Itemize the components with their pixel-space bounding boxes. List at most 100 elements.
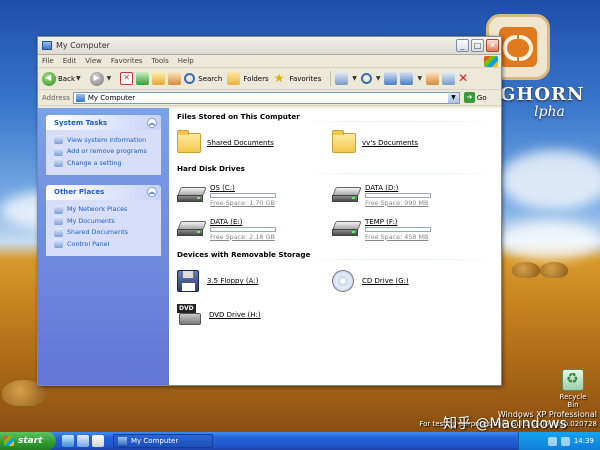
search-button[interactable]: Search xyxy=(184,73,222,84)
refresh-icon[interactable] xyxy=(136,72,150,85)
removable-item[interactable]: CD Drive (G:) xyxy=(332,267,487,295)
go-arrow-icon: ➜ xyxy=(463,92,475,103)
collapse-icon[interactable]: ︽ xyxy=(147,187,157,197)
window-icon[interactable] xyxy=(384,72,398,85)
dropdown-arrow-icon: ▼ xyxy=(106,75,112,82)
cloud xyxy=(500,220,600,260)
stop-icon[interactable] xyxy=(120,72,134,85)
floppy-icon xyxy=(177,270,199,292)
address-input[interactable]: My Computer ▼ xyxy=(72,91,460,104)
zoom-search-icon[interactable] xyxy=(360,73,372,84)
window-title: My Computer xyxy=(56,41,110,50)
delete-icon[interactable]: ✕ xyxy=(458,72,471,85)
recycle-bin-shortcut[interactable]: Recycle Bin xyxy=(553,369,593,409)
dropdown-arrow-icon: ▼ xyxy=(76,75,81,82)
task-view-system-info[interactable]: View system information xyxy=(54,134,155,146)
place-shared-documents[interactable]: Shared Documents xyxy=(54,227,155,239)
forward-button[interactable]: ▼ xyxy=(89,71,116,86)
dropdown-arrow-icon[interactable]: ▼ xyxy=(417,75,422,82)
minimize-button[interactable]: _ xyxy=(456,39,469,52)
go-button[interactable]: ➜ Go xyxy=(463,92,487,103)
menu-favorites[interactable]: Favorites xyxy=(111,57,143,65)
network-icon xyxy=(54,204,63,214)
chevron-down-icon[interactable]: ▼ xyxy=(447,92,459,103)
other-places-panel: Other Places ︽ My Network Places My Docu… xyxy=(46,184,161,256)
star-icon: ★ xyxy=(273,71,285,85)
watermark: 知乎 @Macindows xyxy=(443,416,567,432)
place-label: Shared Documents xyxy=(67,228,128,237)
menu-view[interactable]: View xyxy=(85,57,102,65)
system-tasks-title: System Tasks xyxy=(54,118,108,127)
folder-label: vv's Documents xyxy=(362,139,418,147)
cd-icon xyxy=(332,270,354,292)
menu-file[interactable]: File xyxy=(42,57,54,65)
folder-icon xyxy=(54,216,63,226)
clock[interactable]: 14:39 xyxy=(574,437,594,445)
place-control-panel[interactable]: Control Panel xyxy=(54,238,155,250)
maximize-button[interactable]: □ xyxy=(471,39,484,52)
task-change-setting[interactable]: Change a setting xyxy=(54,157,155,169)
search-label: Search xyxy=(198,74,223,83)
title-bar[interactable]: My Computer _ □ ✕ xyxy=(38,37,501,55)
place-label: My Documents xyxy=(67,216,115,225)
toolbar-separator xyxy=(330,70,332,87)
menu-help[interactable]: Help xyxy=(178,57,194,65)
up-folder-icon[interactable] xyxy=(152,72,166,85)
place-my-documents[interactable]: My Documents xyxy=(54,215,155,227)
free-space-bar xyxy=(365,226,431,232)
free-space-bar xyxy=(210,226,276,232)
drive-item[interactable]: DATA (E:) Free Space: 2.18 GB xyxy=(177,215,332,243)
taskbar-item-my-computer[interactable]: My Computer xyxy=(113,434,213,448)
free-space-text: Free Space: 1.70 GB xyxy=(210,198,275,207)
network-tray-icon[interactable] xyxy=(547,436,557,446)
place-my-network-places[interactable]: My Network Places xyxy=(54,204,155,216)
drive-item[interactable]: TEMP (F:) Free Space: 458 MB xyxy=(332,215,487,243)
removable-item[interactable]: 3.5 Floppy (A:) xyxy=(177,267,332,295)
other-places-header[interactable]: Other Places ︽ xyxy=(46,184,161,200)
collapse-icon[interactable]: ︽ xyxy=(147,117,157,128)
folder-item[interactable]: Shared Documents xyxy=(177,129,332,157)
system-tasks-header[interactable]: System Tasks ︽ xyxy=(46,115,161,130)
folder-options-icon[interactable] xyxy=(426,72,440,85)
window-body: System Tasks ︽ View system information A… xyxy=(38,108,501,385)
drive-item[interactable]: OS (C:) Free Space: 1.70 GB xyxy=(177,181,332,209)
start-button[interactable]: start xyxy=(0,432,56,450)
hard-drive-icon xyxy=(332,187,362,203)
task-add-remove-programs[interactable]: Add or remove programs xyxy=(54,146,155,158)
back-button[interactable]: Back ▼ xyxy=(42,71,85,86)
window-icon[interactable] xyxy=(400,72,414,85)
back-arrow-icon xyxy=(42,71,56,86)
favorites-button[interactable]: ★ Favorites xyxy=(274,72,322,85)
search-icon xyxy=(184,73,196,84)
properties-icon[interactable] xyxy=(442,72,456,85)
menu-tools[interactable]: Tools xyxy=(152,57,169,65)
dropdown-arrow-icon[interactable]: ▼ xyxy=(352,75,357,82)
removable-item[interactable]: DVD DVD Drive (H:) xyxy=(177,301,332,329)
free-space-text: Free Space: 2.18 GB xyxy=(210,232,275,241)
computer-icon xyxy=(118,437,127,445)
folders-button[interactable]: Folders xyxy=(227,72,269,85)
task-label: View system information xyxy=(67,135,147,144)
menu-edit[interactable]: Edit xyxy=(63,57,77,65)
system-tray: 14:39 xyxy=(518,432,600,450)
show-desktop-icon[interactable] xyxy=(77,435,89,447)
other-places-title: Other Places xyxy=(54,188,105,196)
go-label: Go xyxy=(476,93,487,102)
media-player-icon[interactable] xyxy=(92,435,104,447)
taskbar-item-label: My Computer xyxy=(131,437,179,445)
volume-tray-icon[interactable] xyxy=(560,436,570,446)
drive-item[interactable]: DATA (D:) Free Space: 990 MB xyxy=(332,181,487,209)
close-button[interactable]: ✕ xyxy=(486,39,499,52)
free-space-text: Free Space: 458 MB xyxy=(365,232,429,241)
system-tasks-panel: System Tasks ︽ View system information A… xyxy=(46,115,161,175)
address-value: My Computer xyxy=(87,93,136,102)
ie-icon[interactable] xyxy=(62,435,74,447)
task-pane: System Tasks ︽ View system information A… xyxy=(38,108,169,385)
views-icon[interactable] xyxy=(335,72,349,85)
removable-group-title: Devices with Removable Storage xyxy=(177,249,493,261)
address-label: Address xyxy=(42,93,70,102)
dropdown-arrow-icon[interactable]: ▼ xyxy=(376,75,381,82)
home-icon[interactable] xyxy=(168,72,182,85)
folder-item[interactable]: vv's Documents xyxy=(332,129,487,157)
hard-drive-icon xyxy=(332,221,362,237)
